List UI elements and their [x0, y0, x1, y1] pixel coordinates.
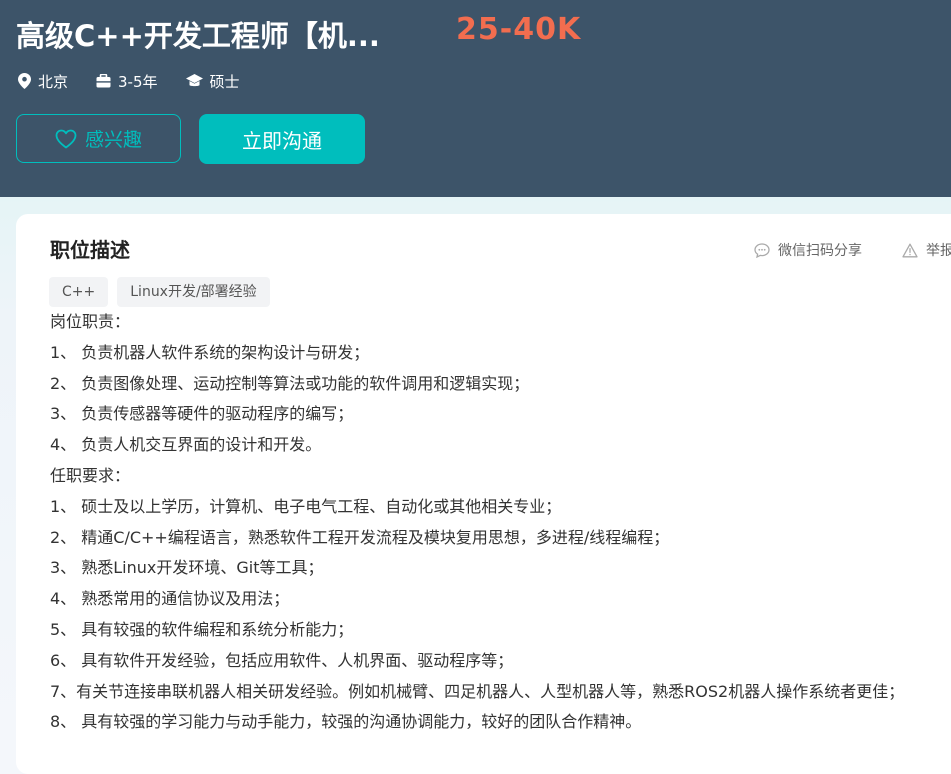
- skill-tag: Linux开发/部署经验: [117, 277, 270, 307]
- description-line: 6、 具有软件开发经验，包括应用软件、人机界面、驱动程序等；: [50, 650, 514, 670]
- meta-city: 北京: [18, 71, 68, 92]
- description-line: 3、 熟悉Linux开发环境、Git等工具；: [50, 558, 324, 578]
- job-meta: 北京 3-5年 硕士: [18, 68, 268, 94]
- description-line: 5、 具有较强的软件编程和系统分析能力；: [50, 619, 354, 639]
- meta-experience: 3-5年: [96, 71, 158, 92]
- heart-icon: [55, 129, 77, 148]
- briefcase-icon: [96, 74, 111, 88]
- description-line: 7、有关节连接串联机器人相关研发经验。例如机械臂、四足机器人、人型机器人等，熟悉…: [50, 681, 905, 701]
- job-description-text: 岗位职责： 1、 负责机器人软件系统的架构设计与研发； 2、 负责图像处理、运动…: [50, 307, 904, 738]
- description-line: 岗位职责：: [50, 312, 131, 331]
- section-title: 职位描述: [50, 238, 130, 262]
- report-label: 举报: [926, 243, 951, 259]
- job-header: 高级C++开发工程师【机... 25-40K 北京 3-5年 硕士 感兴趣 立即…: [0, 0, 951, 197]
- description-line: 2、 精通C/C++编程语言，熟悉软件工程开发流程及模块复用思想，多进程/线程编…: [50, 527, 670, 547]
- job-title: 高级C++开发工程师【机...: [16, 19, 380, 53]
- interest-label: 感兴趣: [84, 129, 142, 151]
- skill-tag: C++: [49, 277, 109, 307]
- interest-button[interactable]: 感兴趣: [16, 114, 181, 163]
- description-line: 4、 负责人机交互界面的设计和开发。: [50, 435, 322, 455]
- description-line: 2、 负责图像处理、运动控制等算法或功能的软件调用和逻辑实现；: [50, 373, 530, 393]
- description-line: 3、 负责传感器等硬件的驱动程序的编写；: [50, 404, 354, 424]
- city-label: 北京: [38, 72, 69, 91]
- location-pin-icon: [18, 73, 31, 89]
- graduation-cap-icon: [185, 74, 203, 87]
- description-line: 1、 负责机器人软件系统的架构设计与研发；: [50, 342, 370, 362]
- description-line: 1、 硕士及以上学历，计算机、电子电气工程、自动化或其他相关专业；: [50, 496, 562, 516]
- degree-label: 硕士: [209, 72, 240, 91]
- description-line: 4、 熟悉常用的通信协议及用法；: [50, 589, 290, 609]
- skill-tags: C++ Linux开发/部署经验: [49, 277, 279, 307]
- description-line: 任职要求：: [50, 465, 131, 485]
- experience-label: 3-5年: [118, 72, 158, 91]
- chat-button[interactable]: 立即沟通: [199, 114, 365, 164]
- wechat-share-link[interactable]: 微信扫码分享: [754, 240, 862, 260]
- share-label: 微信扫码分享: [778, 243, 862, 259]
- chat-bubble-icon: [754, 242, 770, 258]
- report-link[interactable]: 举报: [902, 240, 951, 260]
- warning-triangle-icon: [902, 243, 918, 257]
- meta-degree: 硕士: [185, 71, 240, 92]
- description-line: 8、 具有较强的学习能力与动手能力，较强的沟通协调能力，较好的团队合作精神。: [50, 712, 642, 732]
- salary: 25-40K: [456, 12, 582, 47]
